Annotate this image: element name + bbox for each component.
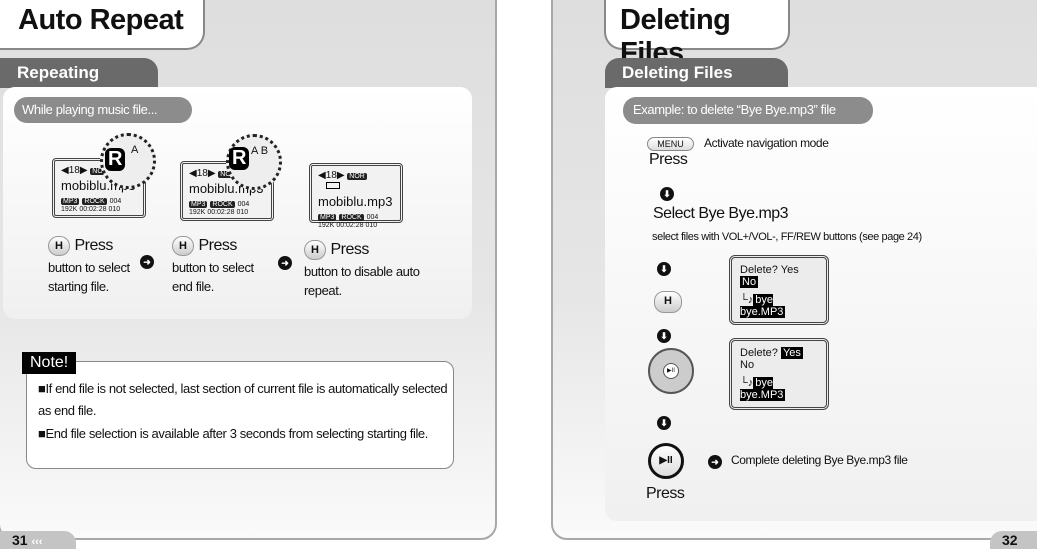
section-heading: Deleting Files — [605, 58, 788, 88]
battery-icon — [326, 182, 340, 189]
page-title: Deleting Files — [604, 0, 790, 69]
delete-dialog-no: Delete? Yes No └♪ bye bye.MP3 — [729, 255, 829, 325]
menu-desc: Activate navigation mode — [704, 136, 829, 150]
section-heading: Repeating — [0, 58, 158, 88]
lcd-screen-3: ◀18▶ NOR mobiblu.mp3 MP3 ROCK 004 192K 00:… — [309, 163, 403, 229]
step-3: H Press button to disable auto repeat. — [304, 240, 420, 298]
play-pause-button-icon: ▶II — [648, 443, 684, 479]
press-label: Press — [646, 485, 685, 502]
page-number-left: 31 ‹‹‹ — [0, 531, 76, 549]
menu-button: MENU — [647, 137, 694, 151]
note-item: ■If end file is not selected, last secti… — [38, 381, 448, 418]
navigation-wheel-icon: ▶II — [648, 348, 694, 394]
hold-button-icon: H — [654, 291, 682, 313]
arrow-down-icon: ⬇ — [660, 187, 674, 201]
context-pill: While playing music file... — [14, 97, 192, 123]
press-label: Press — [649, 151, 688, 168]
delete-dialog-yes: Delete? Yes No └♪ bye bye.MP3 — [729, 338, 829, 410]
select-desc: select files with VOL+/VOL-, FF/REW butt… — [652, 231, 922, 243]
arrow-right-icon: ➜ — [278, 256, 292, 270]
arrow-right-icon: ➜ — [708, 455, 722, 469]
page-number-right: 32 — [990, 531, 1037, 549]
arrow-down-icon: ⬇ — [657, 329, 671, 343]
select-title: Select Bye Bye.mp3 — [653, 205, 789, 222]
repeat-icon: R — [105, 148, 126, 171]
arrow-right-icon: ➜ — [140, 255, 154, 269]
complete-desc: Complete deleting Bye Bye.mp3 file — [731, 453, 908, 467]
arrow-down-icon: ⬇ — [657, 416, 671, 430]
repeat-icon: R — [229, 147, 250, 170]
step-2: H Press button to select end file. — [172, 236, 254, 294]
note-badge: Note! — [22, 352, 77, 374]
page-title: Auto Repeat — [0, 0, 205, 50]
hold-button-icon: H — [304, 240, 326, 260]
note-item: ■End file selection is available after 3… — [38, 426, 428, 441]
hold-button-icon: H — [172, 236, 194, 256]
magnifier-repeat-ab: RA B — [226, 134, 282, 190]
hold-button-icon: H — [48, 236, 70, 256]
magnifier-repeat-a: RA — [100, 133, 156, 189]
context-pill: Example: to delete “Bye Bye.mp3” file — [623, 97, 873, 124]
arrow-down-icon: ⬇ — [657, 262, 671, 276]
